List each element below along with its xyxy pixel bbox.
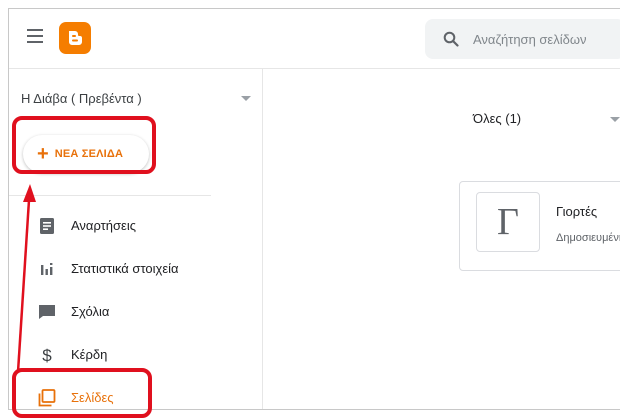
sidebar: Η Διάβα ( Πρεβέντα ) + ΝΕΑ ΣΕΛΙΔΑ Αναρτή… (9, 69, 263, 409)
chevron-down-icon (241, 96, 251, 101)
menu-icon[interactable] (27, 29, 45, 43)
search-input[interactable] (473, 19, 620, 59)
blog-selector[interactable]: Η Διάβα ( Πρεβέντα ) (21, 87, 251, 111)
dollar-icon: $ (37, 345, 57, 365)
stats-icon (37, 259, 57, 279)
pages-icon (37, 388, 57, 408)
search-icon (443, 31, 459, 47)
blogger-logo[interactable] (59, 22, 91, 54)
sidebar-divider (9, 195, 211, 196)
sidebar-item-earnings[interactable]: $ Κέρδη (9, 333, 263, 376)
blog-name: Η Διάβα ( Πρεβέντα ) (21, 91, 142, 106)
blogger-b-icon (69, 31, 82, 45)
plus-icon: + (37, 143, 49, 165)
sidebar-item-comments[interactable]: Σχόλια (9, 290, 263, 333)
page-title[interactable]: Γιορτές (556, 204, 597, 219)
new-page-button[interactable]: + ΝΕΑ ΣΕΛΙΔΑ (23, 135, 149, 173)
sidebar-item-posts[interactable]: Αναρτήσεις (9, 204, 263, 247)
sidebar-item-label: Κέρδη (71, 347, 108, 362)
svg-text:$: $ (42, 346, 52, 364)
page-card[interactable]: Γ Γιορτές Δημοσιευμένη (459, 181, 620, 271)
filter-label: Όλες (1) (473, 111, 522, 126)
sidebar-item-pages[interactable]: Σελίδες (9, 376, 263, 409)
search-box[interactable] (425, 19, 620, 59)
new-page-label: ΝΕΑ ΣΕΛΙΔΑ (54, 148, 124, 160)
sidebar-item-stats[interactable]: Στατιστικά στοιχεία (9, 247, 263, 290)
posts-icon (37, 216, 57, 236)
top-bar (9, 9, 620, 69)
sidebar-item-label: Σχόλια (71, 304, 110, 319)
page-status: Δημοσιευμένη (556, 232, 620, 244)
sidebar-item-label: Στατιστικά στοιχεία (71, 261, 179, 276)
sidebar-item-label: Σελίδες (71, 390, 114, 405)
page-thumbnail: Γ (476, 192, 540, 252)
app-frame: Η Διάβα ( Πρεβέντα ) + ΝΕΑ ΣΕΛΙΔΑ Αναρτή… (8, 8, 620, 410)
main-content: Όλες (1) Γ Γιορτές Δημοσιευμένη (263, 69, 620, 409)
comments-icon (37, 302, 57, 322)
sidebar-nav: Αναρτήσεις Στατιστικά στοιχεία Σχόλια $ … (9, 204, 263, 409)
sidebar-item-label: Αναρτήσεις (71, 218, 136, 233)
chevron-down-icon (610, 117, 620, 122)
pages-filter-dropdown[interactable]: Όλες (1) (473, 107, 620, 131)
